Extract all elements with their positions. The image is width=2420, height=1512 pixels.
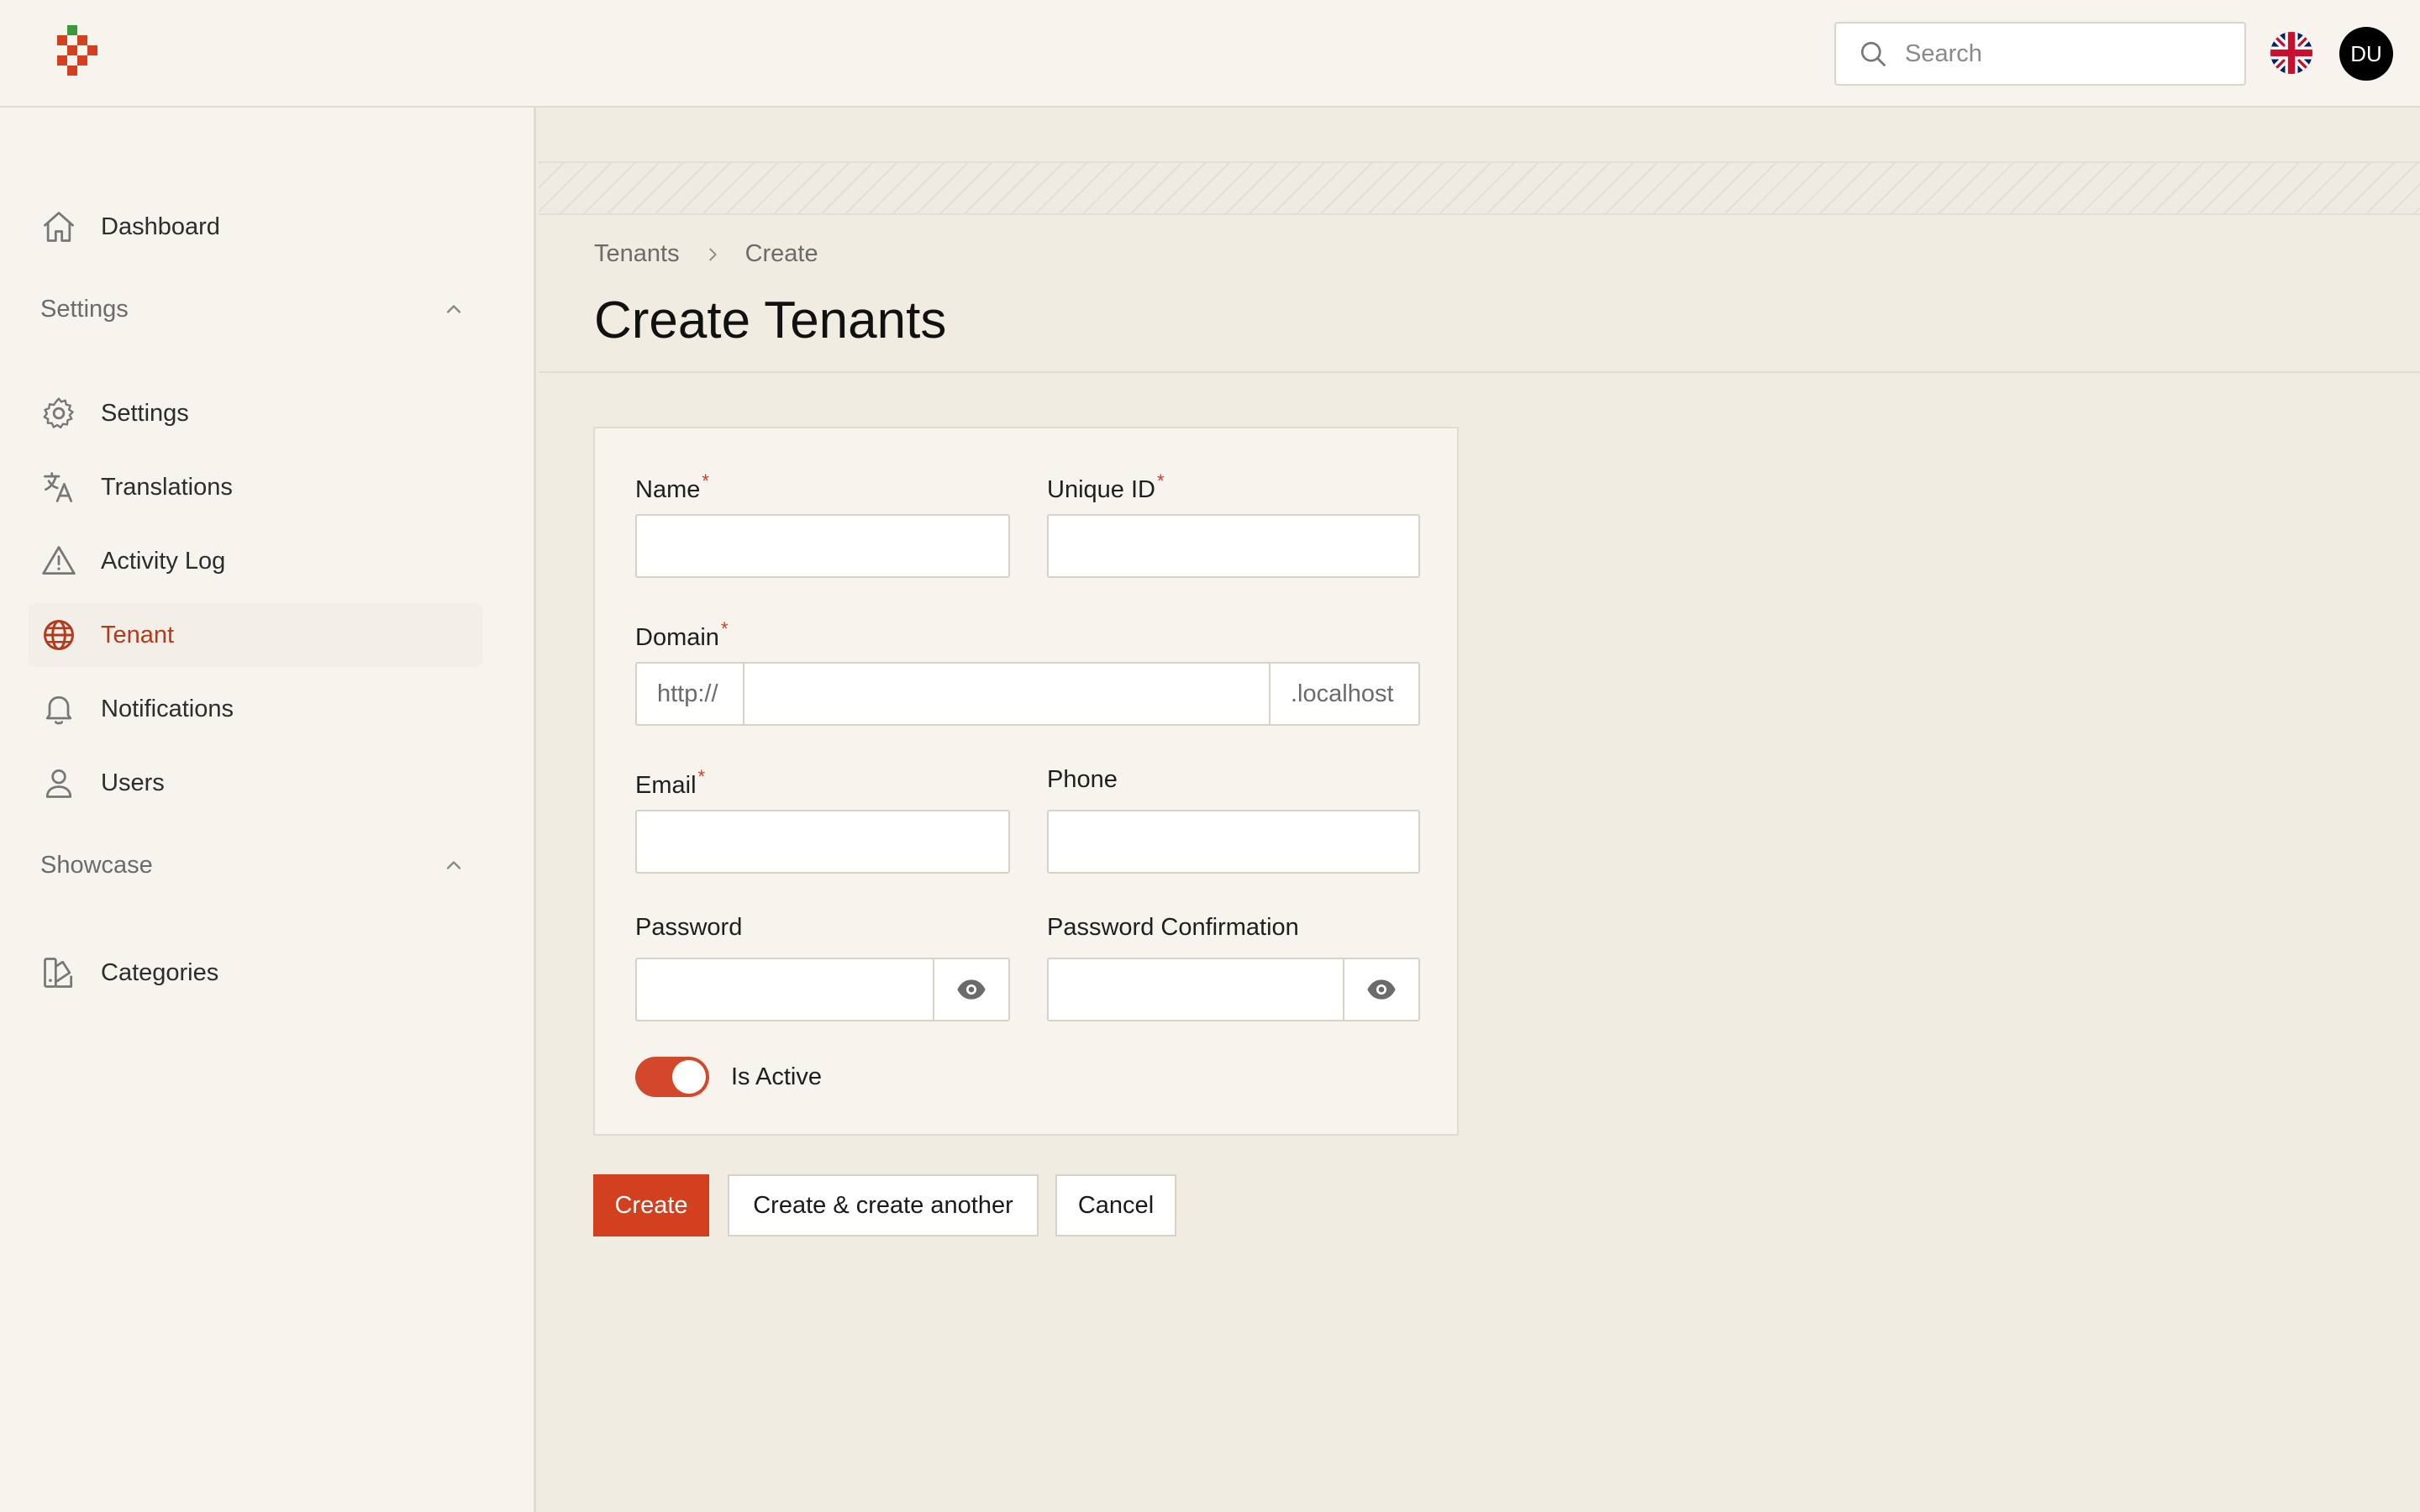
tenant-form: Name* Unique ID* Domain* http:// .localh… [593, 427, 1459, 1136]
is-active-label: Is Active [731, 1063, 822, 1090]
user-icon [40, 764, 77, 801]
swatch-icon [40, 954, 77, 991]
toggle-knob [672, 1060, 706, 1094]
sidebar-item-tenant[interactable]: Tenant [29, 603, 482, 667]
domain-input[interactable] [746, 664, 1269, 724]
sidebar-group-settings[interactable]: Settings [40, 296, 129, 323]
eye-icon [957, 979, 986, 1000]
show-password-button[interactable] [933, 959, 1008, 1020]
eye-icon [1367, 979, 1396, 1000]
email-field[interactable] [635, 810, 1010, 874]
gear-icon [40, 395, 77, 432]
phone-field[interactable] [1047, 810, 1420, 874]
cancel-button[interactable]: Cancel [1055, 1174, 1176, 1236]
sidebar-item-translations[interactable]: Translations [29, 455, 482, 519]
user-avatar[interactable]: DU [2339, 27, 2393, 81]
warning-triangle-icon [40, 543, 77, 580]
globe-icon [40, 617, 77, 654]
sidebar-item-label: Categories [101, 958, 219, 986]
bell-icon [40, 690, 77, 727]
search-icon [1860, 41, 1886, 66]
required-mark: * [702, 470, 709, 491]
sidebar-item-label: Dashboard [101, 213, 220, 240]
header-stripe [539, 161, 2420, 215]
sidebar-item-label: Notifications [101, 695, 234, 722]
home-icon [40, 208, 77, 245]
name-field[interactable] [635, 514, 1010, 578]
show-password-confirmation-button[interactable] [1343, 959, 1418, 1020]
password-field[interactable] [635, 958, 1010, 1021]
create-another-button[interactable]: Create & create another [728, 1174, 1039, 1236]
sidebar-item-settings[interactable]: Settings [29, 381, 482, 445]
domain-label-text: Domain [635, 624, 719, 651]
translate-icon [40, 469, 77, 506]
chevron-right-icon [708, 248, 717, 260]
unique-id-label: Unique ID* [1047, 470, 1165, 504]
password-label-text: Password [635, 914, 743, 941]
domain-label: Domain* [635, 618, 729, 652]
sidebar-item-users[interactable]: Users [29, 751, 482, 815]
unique-id-input[interactable] [1049, 516, 1418, 576]
sidebar-item-label: Translations [101, 473, 233, 501]
domain-suffix: .localhost [1269, 664, 1418, 724]
sidebar-group-showcase[interactable]: Showcase [40, 852, 153, 879]
global-search[interactable] [1834, 22, 2246, 86]
password-confirmation-label: Password Confirmation [1047, 914, 1299, 942]
sidebar-item-label: Settings [101, 399, 189, 427]
password-confirmation-label-text: Password Confirmation [1047, 914, 1299, 941]
sidebar-item-label: Users [101, 769, 165, 796]
required-mark: * [697, 766, 706, 787]
chevron-up-icon[interactable] [442, 853, 466, 877]
sidebar-item-activity-log[interactable]: Activity Log [29, 529, 482, 593]
phone-label: Phone [1047, 766, 1118, 794]
sidebar-item-dashboard[interactable]: Dashboard [29, 195, 482, 259]
breadcrumb-current: Create [744, 240, 818, 267]
password-confirmation-field[interactable] [1047, 958, 1420, 1021]
required-mark: * [720, 618, 729, 639]
required-mark: * [1156, 470, 1165, 491]
language-flag-icon[interactable] [2270, 32, 2312, 74]
sidebar-item-notifications[interactable]: Notifications [29, 677, 482, 741]
page-title: Create Tenants [594, 291, 947, 349]
name-label: Name* [635, 470, 709, 504]
sidebar-item-label: Tenant [101, 621, 175, 648]
page-header: Tenants Create Create Tenants [539, 215, 2420, 373]
create-button[interactable]: Create [593, 1174, 709, 1236]
sidebar: Dashboard Settings Settings Translations… [0, 108, 536, 1512]
email-label: Email* [635, 766, 705, 800]
breadcrumb-parent[interactable]: Tenants [594, 240, 680, 268]
breadcrumb: Tenants Create [594, 240, 818, 268]
top-bar: DU [0, 0, 2420, 108]
search-input[interactable] [1905, 39, 2224, 68]
unique-id-label-text: Unique ID [1047, 476, 1155, 503]
password-confirmation-input[interactable] [1049, 959, 1343, 1020]
email-label-text: Email [635, 772, 697, 799]
password-input[interactable] [637, 959, 931, 1020]
name-input[interactable] [637, 516, 1008, 576]
name-label-text: Name [635, 476, 701, 503]
is-active-toggle[interactable] [635, 1057, 709, 1097]
unique-id-field[interactable] [1047, 514, 1420, 578]
password-label: Password [635, 914, 742, 942]
app-logo[interactable] [55, 24, 106, 84]
phone-label-text: Phone [1047, 766, 1118, 793]
domain-field[interactable]: http:// .localhost [635, 662, 1420, 726]
phone-input[interactable] [1049, 811, 1418, 872]
sidebar-item-label: Activity Log [101, 547, 226, 575]
sidebar-item-categories[interactable]: Categories [29, 941, 482, 1005]
domain-prefix: http:// [637, 664, 744, 724]
chevron-up-icon[interactable] [442, 297, 466, 321]
email-input[interactable] [637, 811, 1008, 872]
